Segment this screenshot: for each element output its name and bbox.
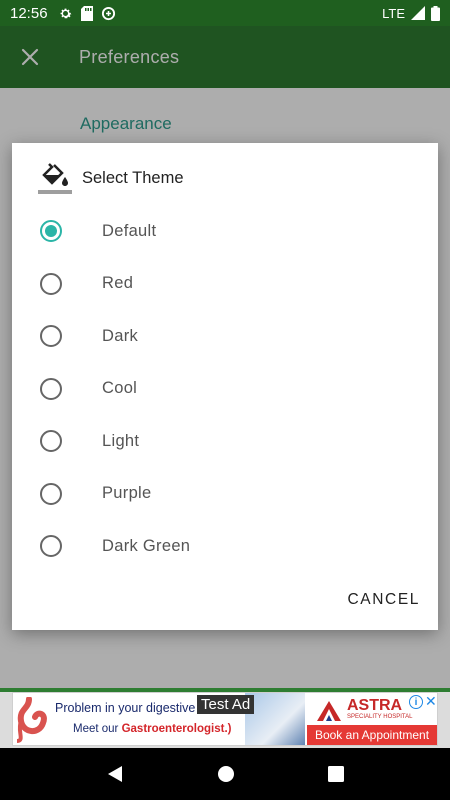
recents-icon[interactable] bbox=[327, 766, 344, 782]
sd-card-icon bbox=[80, 5, 93, 21]
ad-subline-prefix: Meet our bbox=[73, 723, 122, 735]
ad-brand-sub: SPECIALITY HOSPITAL bbox=[347, 714, 413, 720]
dialog-header: Select Theme bbox=[38, 161, 184, 195]
radio-button[interactable] bbox=[40, 430, 62, 453]
option-label: Dark Green bbox=[102, 536, 191, 555]
dialog-title: Select Theme bbox=[82, 168, 184, 187]
theme-option-dark-green[interactable]: Dark Green bbox=[12, 520, 438, 573]
theme-option-purple[interactable]: Purple bbox=[12, 468, 438, 521]
astra-logo-icon bbox=[317, 701, 341, 721]
signal-icon bbox=[411, 6, 425, 20]
status-time: 12:56 bbox=[10, 4, 48, 22]
settings-icon bbox=[60, 8, 71, 18]
data-saver-icon bbox=[101, 6, 115, 20]
option-label: Red bbox=[102, 274, 134, 293]
radio-button[interactable] bbox=[40, 535, 62, 558]
option-label: Dark bbox=[102, 326, 139, 345]
network-type: LTE bbox=[382, 5, 405, 21]
paint-bucket-icon bbox=[38, 163, 72, 194]
battery-icon bbox=[431, 5, 440, 21]
radio-button[interactable] bbox=[40, 482, 62, 505]
option-label: Purple bbox=[102, 484, 152, 503]
option-label: Cool bbox=[102, 379, 138, 398]
radio-button[interactable] bbox=[40, 325, 62, 348]
status-bar: 12:56 LTE bbox=[0, 0, 450, 26]
home-icon[interactable] bbox=[217, 765, 235, 783]
ad-subline-highlight: Gastroenterologist.) bbox=[121, 723, 232, 735]
navigation-bar bbox=[0, 748, 450, 800]
radio-button[interactable] bbox=[40, 377, 62, 400]
theme-option-dark[interactable]: Dark bbox=[12, 310, 438, 363]
theme-option-light[interactable]: Light bbox=[12, 415, 438, 468]
radio-button-selected[interactable] bbox=[40, 220, 62, 243]
option-label: Light bbox=[102, 431, 140, 450]
book-appointment-button[interactable]: Book an Appointment bbox=[307, 725, 437, 745]
ad-close-icon[interactable]: ✕ bbox=[425, 693, 437, 710]
info-icon[interactable]: i bbox=[409, 695, 423, 709]
theme-options: Default Red Dark Cool Light Purple Dark … bbox=[12, 205, 438, 573]
ad-subline: Meet our Gastroenterologist.) bbox=[73, 723, 231, 735]
ad-area: Problem in your digestive s Meet our Gas… bbox=[0, 692, 450, 748]
option-label: Default bbox=[102, 221, 157, 240]
ad-banner[interactable]: Problem in your digestive s Meet our Gas… bbox=[12, 692, 438, 746]
theme-option-cool[interactable]: Cool bbox=[12, 363, 438, 416]
radio-button[interactable] bbox=[40, 272, 62, 295]
back-icon[interactable] bbox=[106, 765, 124, 783]
ad-brand: ASTRA bbox=[347, 697, 403, 714]
theme-option-red[interactable]: Red bbox=[12, 258, 438, 311]
test-ad-label: Test Ad bbox=[197, 695, 255, 714]
stomach-icon bbox=[16, 697, 47, 743]
theme-dialog: Select Theme Default Red Dark Cool Light… bbox=[12, 143, 438, 630]
theme-option-default[interactable]: Default bbox=[12, 205, 438, 258]
cancel-button[interactable]: CANCEL bbox=[348, 591, 420, 609]
ad-headline: Problem in your digestive s bbox=[55, 701, 205, 715]
